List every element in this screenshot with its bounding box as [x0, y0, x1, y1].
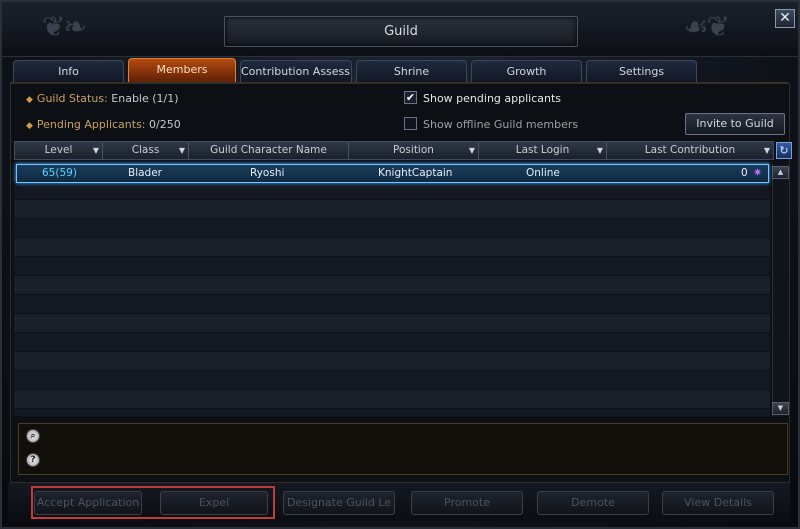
pending-applicants: ◆ Pending Applicants: 0/250	[26, 118, 181, 131]
ornament-icon: ☙❦	[683, 10, 730, 43]
scroll-down-button[interactable]: ▼	[772, 402, 789, 415]
guild-status: ◆ Guild Status: Enable (1/1)	[26, 92, 179, 105]
window-header: ❦❧ ☙❦ Guild	[2, 2, 798, 57]
column-header-last-contribution[interactable]: Last Contribution ▼	[607, 142, 773, 159]
table-row	[14, 333, 770, 352]
window-title: Guild	[224, 16, 578, 47]
column-header-label: Last Contribution	[644, 144, 736, 156]
scrollbar-track[interactable]	[772, 164, 789, 416]
tab-contribution-assessment[interactable]: Contribution Assessi	[240, 60, 352, 83]
table-row	[14, 200, 770, 219]
tab-members[interactable]: Members	[128, 58, 236, 83]
table-row	[14, 276, 770, 295]
invite-to-guild-button[interactable]: Invite to Guild	[685, 113, 785, 135]
sort-arrow-icon: ▼	[468, 146, 475, 155]
column-header-label: Last Login	[515, 144, 570, 156]
member-class: Blader	[128, 167, 162, 179]
sort-arrow-icon: ▼	[763, 146, 770, 155]
guild-status-value: Enable (1/1)	[107, 92, 179, 105]
table-row	[14, 409, 770, 416]
search-icon[interactable]: ⌕	[26, 429, 40, 443]
arrow-up-icon: ▲	[777, 168, 784, 176]
member-last-contribution: 0	[741, 167, 748, 179]
bullet-icon: ◆	[26, 121, 33, 131]
column-header-last-login[interactable]: Last Login ▼	[479, 142, 607, 159]
table-row	[14, 181, 770, 200]
view-details-button[interactable]: View Details	[662, 491, 774, 515]
member-last-login: Online	[526, 167, 560, 179]
table-row	[14, 257, 770, 276]
help-icon[interactable]: ?	[26, 453, 40, 467]
scroll-up-button[interactable]: ▲	[772, 166, 789, 179]
member-info-box	[18, 423, 788, 475]
members-table-header: Level ▼ Class ▼ Guild Character Name Posit…	[14, 141, 774, 160]
sort-arrow-icon: ▼	[596, 146, 603, 155]
demote-button[interactable]: Demote	[537, 491, 649, 515]
table-row	[14, 219, 770, 238]
show-offline-checkbox[interactable]	[404, 117, 417, 130]
close-icon: ✕	[779, 10, 791, 26]
member-row-selected[interactable]: 65(59) Blader Ryoshi KnightCaptain Onlin…	[16, 164, 769, 183]
column-header-level[interactable]: Level ▼	[15, 142, 103, 159]
annotation-highlight-box	[31, 486, 275, 519]
table-row	[14, 314, 770, 333]
table-row	[14, 238, 770, 257]
ornament-icon: ❦❧	[42, 10, 87, 43]
tab-shrine[interactable]: Shrine	[356, 60, 467, 83]
members-table-body	[14, 162, 770, 416]
table-row	[14, 295, 770, 314]
promote-button[interactable]: Promote	[411, 491, 523, 515]
column-header-label: Position	[393, 144, 434, 156]
close-button[interactable]: ✕	[775, 9, 795, 28]
refresh-button[interactable]: ↻	[776, 142, 792, 159]
column-header-label: Class	[131, 144, 160, 156]
sort-arrow-icon: ▼	[178, 146, 185, 155]
table-row	[14, 390, 770, 409]
show-pending-checkbox[interactable]: ✔	[404, 91, 417, 104]
column-header-class[interactable]: Class ▼	[103, 142, 189, 159]
tab-growth[interactable]: Growth	[471, 60, 582, 83]
refresh-icon: ↻	[779, 144, 789, 157]
contribution-gem-icon: ✷	[753, 166, 763, 179]
column-header-name[interactable]: Guild Character Name	[189, 142, 349, 159]
show-pending-label: Show pending applicants	[423, 92, 562, 105]
table-row	[14, 352, 770, 371]
designate-guild-leader-button[interactable]: Designate Guild Le	[283, 491, 395, 515]
checkmark-icon: ✔	[405, 91, 416, 104]
member-position: KnightCaptain	[378, 167, 453, 179]
column-header-position[interactable]: Position ▼	[349, 142, 479, 159]
table-row	[14, 371, 770, 390]
tab-settings[interactable]: Settings	[586, 60, 697, 83]
arrow-down-icon: ▼	[777, 404, 784, 412]
member-name: Ryoshi	[250, 167, 285, 179]
pending-applicants-label: Pending Applicants:	[36, 118, 146, 131]
column-header-label: Level	[44, 144, 73, 156]
pending-applicants-value: 0/250	[145, 118, 181, 131]
bullet-icon: ◆	[26, 95, 33, 105]
column-header-label: Guild Character Name	[210, 144, 327, 156]
member-level: 65(59)	[42, 167, 77, 179]
sort-arrow-icon: ▼	[92, 146, 99, 155]
guild-status-label: Guild Status:	[36, 92, 108, 105]
show-offline-label: Show offline Guild members	[423, 118, 579, 131]
tab-info[interactable]: Info	[13, 60, 124, 83]
